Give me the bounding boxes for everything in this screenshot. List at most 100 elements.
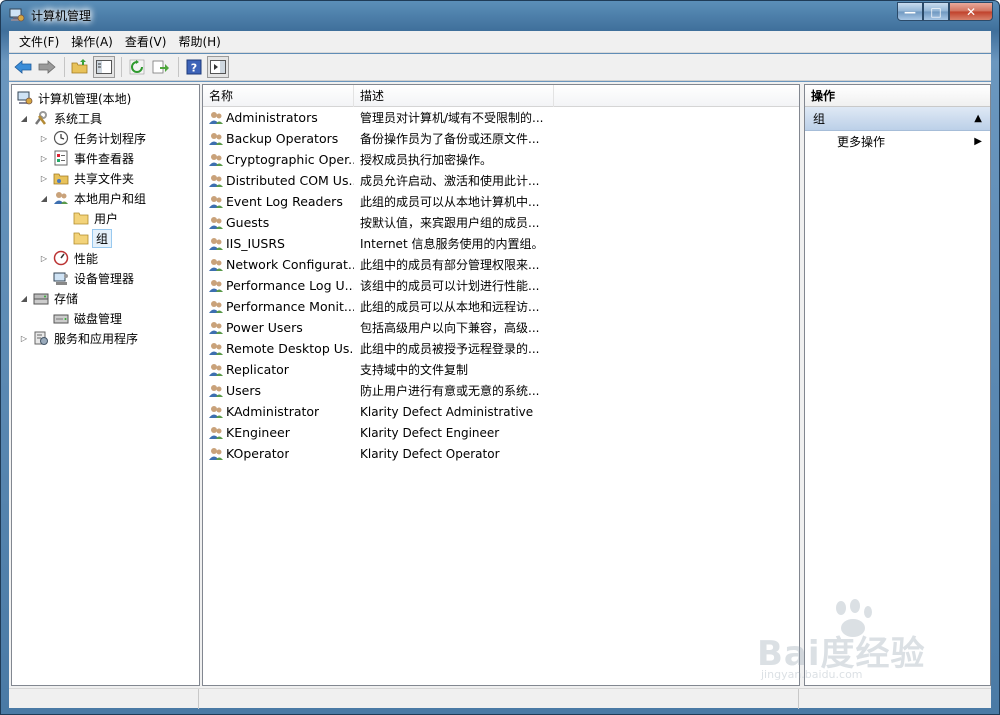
group-name: Performance Monit... xyxy=(226,299,354,314)
device-manager-icon xyxy=(53,272,68,285)
services-icon xyxy=(34,331,48,345)
list-row[interactable]: Distributed COM Us... 成员允许启动、激活和使用此计... xyxy=(203,170,799,191)
menu-bar: 文件(F) 操作(A) 查看(V) 帮助(H) xyxy=(9,31,991,53)
expand-toggle-icon[interactable]: ▷ xyxy=(18,334,30,343)
show-hide-action-pane-button[interactable] xyxy=(207,56,229,78)
expand-toggle-icon[interactable]: ◢ xyxy=(18,114,30,123)
list-row[interactable]: KAdministrator Klarity Defect Administrat… xyxy=(203,401,799,422)
collapse-up-icon[interactable]: ▲ xyxy=(974,107,982,131)
column-header-description[interactable]: 描述 xyxy=(354,85,554,107)
back-arrow-icon xyxy=(14,60,32,74)
menu-file[interactable]: 文件(F) xyxy=(13,33,65,50)
minimize-button[interactable]: — xyxy=(897,2,923,21)
tree-item-label: 本地用户和组 xyxy=(74,191,147,206)
tree-item-task-scheduler[interactable]: ▷ 任务计划程序 xyxy=(12,128,199,148)
console-tree-icon xyxy=(96,60,112,74)
menu-action[interactable]: 操作(A) xyxy=(65,33,119,50)
tools-icon xyxy=(35,111,47,125)
list-row[interactable]: Power Users 包括高级用户以向下兼容，高级... xyxy=(203,317,799,338)
list-row[interactable]: Remote Desktop Us... 此组中的成员被授予远程登录的... xyxy=(203,338,799,359)
group-description: 此组中的成员有部分管理权限来... xyxy=(360,258,540,272)
up-level-button[interactable] xyxy=(69,56,91,78)
list-row[interactable]: KEngineer Klarity Defect Engineer xyxy=(203,422,799,443)
tree-item-device-manager[interactable]: 设备管理器 xyxy=(12,268,199,288)
group-description: 授权成员执行加密操作。 xyxy=(360,153,493,167)
tree-root[interactable]: 计算机管理(本地) xyxy=(12,88,199,108)
more-actions-label: 更多操作 xyxy=(837,135,886,149)
list-row[interactable]: Users 防止用户进行有意或无意的系统... xyxy=(203,380,799,401)
expand-toggle-icon[interactable]: ▷ xyxy=(38,254,50,263)
back-button[interactable] xyxy=(12,56,34,78)
forward-arrow-icon xyxy=(38,60,56,74)
action-group-label: 组 xyxy=(813,112,826,126)
more-actions-item[interactable]: 更多操作 ▶ xyxy=(805,131,990,153)
tree-item-groups[interactable]: 组 xyxy=(12,228,199,248)
list-row[interactable]: Replicator 支持域中的文件复制 xyxy=(203,359,799,380)
tree-item-system-tools[interactable]: ◢ 系统工具 xyxy=(12,108,199,128)
tree-item-local-users-groups[interactable]: ◢ 本地用户和组 xyxy=(12,188,199,208)
group-name: Administrators xyxy=(226,110,318,125)
tree-item-users[interactable]: 用户 xyxy=(12,208,199,228)
show-hide-tree-button[interactable] xyxy=(93,56,115,78)
group-description: 此组的成员可以从本地和远程访... xyxy=(360,300,540,314)
expand-toggle-icon[interactable]: ◢ xyxy=(38,194,50,203)
group-name: Network Configurat... xyxy=(226,257,354,272)
export-list-button[interactable] xyxy=(150,56,172,78)
group-icon xyxy=(209,111,223,124)
list-row[interactable]: IIS_IUSRS Internet 信息服务使用的内置组。 xyxy=(203,233,799,254)
export-icon xyxy=(152,60,169,74)
status-cell xyxy=(9,689,199,709)
column-header-name[interactable]: 名称 xyxy=(203,85,354,107)
row-name-cell: KAdministrator xyxy=(203,404,354,420)
tree-root-label: 计算机管理(本地) xyxy=(38,91,132,106)
group-description: Klarity Defect Administrative xyxy=(360,404,534,419)
list-body: Administrators 管理员对计算机/域有不受限制的... Backup O… xyxy=(203,107,799,464)
row-name-cell: Event Log Readers xyxy=(203,194,354,210)
maximize-button[interactable]: □ xyxy=(923,2,949,21)
list-row[interactable]: Guests 按默认值，来宾跟用户组的成员... xyxy=(203,212,799,233)
group-icon xyxy=(209,384,223,397)
expand-toggle-icon[interactable]: ◢ xyxy=(18,294,30,303)
tree-item-storage[interactable]: ◢ 存储 xyxy=(12,288,199,308)
expand-toggle-icon[interactable]: ▷ xyxy=(38,174,50,183)
tree-item-services-apps[interactable]: ▷ 服务和应用程序 xyxy=(12,328,199,348)
menu-view[interactable]: 查看(V) xyxy=(119,33,173,50)
group-name: Remote Desktop Us... xyxy=(226,341,354,356)
list-row[interactable]: Backup Operators 备份操作员为了备份或还原文件... xyxy=(203,128,799,149)
title-bar[interactable]: 计算机管理 — □ ✕ xyxy=(1,1,999,29)
tree-item-event-viewer[interactable]: ▷ 事件查看器 xyxy=(12,148,199,168)
forward-button[interactable] xyxy=(36,56,58,78)
close-button[interactable]: ✕ xyxy=(949,2,993,21)
group-description: Internet 信息服务使用的内置组。 xyxy=(360,237,544,251)
group-icon xyxy=(209,426,223,439)
tree-item-shared-folders[interactable]: ▷ 共享文件夹 xyxy=(12,168,199,188)
expand-toggle-icon[interactable]: ▷ xyxy=(38,154,50,163)
list-row[interactable]: Network Configurat... 此组中的成员有部分管理权限来... xyxy=(203,254,799,275)
folder-icon xyxy=(73,212,89,225)
list-row[interactable]: Event Log Readers 此组的成员可以从本地计算机中... xyxy=(203,191,799,212)
list-row[interactable]: Performance Monit... 此组的成员可以从本地和远程访... xyxy=(203,296,799,317)
list-row[interactable]: KOperator Klarity Defect Operator xyxy=(203,443,799,464)
group-description: 备份操作员为了备份或还原文件... xyxy=(360,132,540,146)
column-header-empty xyxy=(554,85,799,107)
menu-help[interactable]: 帮助(H) xyxy=(172,33,226,50)
event-viewer-icon xyxy=(54,150,68,166)
svg-text:?: ? xyxy=(191,62,197,75)
group-name: Cryptographic Oper... xyxy=(226,152,354,167)
list-row[interactable]: Cryptographic Oper... 授权成员执行加密操作。 xyxy=(203,149,799,170)
list-row[interactable]: Performance Log U... 该组中的成员可以计划进行性能... xyxy=(203,275,799,296)
tree-item-performance[interactable]: ▷ 性能 xyxy=(12,248,199,268)
row-name-cell: Power Users xyxy=(203,320,354,336)
expand-toggle-icon[interactable]: ▷ xyxy=(38,134,50,143)
action-group-header[interactable]: 组 ▲ xyxy=(805,107,990,131)
tree-item-label: 事件查看器 xyxy=(74,151,135,166)
row-name-cell: Administrators xyxy=(203,110,354,126)
help-button[interactable]: ? xyxy=(183,56,205,78)
performance-icon xyxy=(53,250,69,266)
group-name: Power Users xyxy=(226,320,303,335)
list-row[interactable]: Administrators 管理员对计算机/域有不受限制的... xyxy=(203,107,799,128)
refresh-button[interactable] xyxy=(126,56,148,78)
group-icon xyxy=(209,405,223,418)
tree-item-disk-management[interactable]: 磁盘管理 xyxy=(12,308,199,328)
tree-item-label: 存储 xyxy=(54,291,79,306)
